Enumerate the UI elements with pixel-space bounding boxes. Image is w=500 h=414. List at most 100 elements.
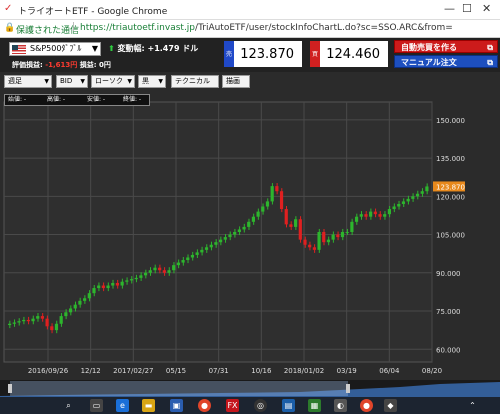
range-handle-left[interactable]	[8, 384, 12, 393]
style-select[interactable]: ローソク ▼	[91, 75, 135, 88]
candle-body	[190, 254, 195, 258]
url-text[interactable]: https://triautoetf.invast.jp/TriAutoETF/…	[80, 23, 453, 33]
technical-button[interactable]: テクニカル	[171, 75, 219, 88]
candle-body	[106, 285, 110, 289]
candle-body	[392, 206, 396, 210]
y-tick-label: 150.000	[436, 117, 465, 125]
candle-body	[265, 201, 270, 207]
app-icon[interactable]: ▦	[308, 399, 321, 412]
chrome-icon[interactable]: ●	[198, 399, 211, 412]
candle-body	[298, 219, 302, 240]
auto-order-button[interactable]: 自動売買を作る ⧉	[394, 40, 498, 53]
store-icon[interactable]: ▣	[170, 399, 183, 412]
chart-svg[interactable]: 150.000 135.000 120.000 105.000 90.000 75.000…	[0, 90, 500, 380]
fx-app-icon[interactable]: FX	[226, 399, 239, 412]
candle-body	[425, 186, 429, 192]
price-chart[interactable]: 150.000 135.000 120.000 105.000 90.000 75.000…	[0, 90, 500, 380]
candle-body	[209, 244, 213, 248]
minimize-icon[interactable]: —	[444, 2, 455, 15]
candle-body	[303, 239, 307, 245]
candle-body	[120, 281, 124, 286]
drawing-button[interactable]: 描画	[222, 75, 250, 88]
candle-body	[45, 318, 49, 327]
x-tick-label: 05/15	[166, 367, 186, 375]
x-tick-label: 03/19	[337, 367, 357, 375]
ohlc-close: 終値: -	[123, 96, 142, 103]
candle-body	[68, 308, 73, 313]
chart-range-scroller[interactable]	[0, 380, 500, 397]
candle-body	[279, 191, 284, 210]
chart-toolbar: 週足 ▼ BID ▼ ローソク ▼ 黒 ▼ テクニカル 描画	[0, 72, 500, 90]
candle-body	[172, 265, 176, 271]
symbol-select[interactable]: S&P500ﾀﾞﾌﾞﾙ ▼	[9, 42, 101, 56]
side-select[interactable]: BID ▼	[56, 75, 88, 88]
symbol-label: S&P500ﾀﾞﾌﾞﾙ	[30, 44, 82, 53]
candle-body	[158, 267, 162, 271]
browser-titlebar: ✓ トライオートETF - Google Chrome — ☐ ✕	[0, 0, 500, 20]
candle-body	[364, 214, 368, 217]
range-window[interactable]	[10, 381, 348, 396]
security-label[interactable]: 保護された通信	[16, 23, 79, 36]
candle-body	[359, 214, 363, 217]
app-icon[interactable]: ◎	[254, 399, 267, 412]
y-tick-label: 120.000	[436, 193, 465, 201]
chevron-down-icon: ▼	[44, 78, 49, 85]
candle-body	[233, 232, 237, 235]
current-price-label: 123.870	[436, 183, 465, 191]
address-bar[interactable]: 🔒 保護された通信 | https://triautoetf.invast.jp…	[0, 20, 500, 38]
candle-body	[115, 282, 120, 286]
app-icon[interactable]: ◆	[384, 399, 397, 412]
range-handle-right[interactable]	[346, 384, 350, 393]
candle-body	[214, 242, 218, 245]
system-tray-icon[interactable]: ⌃	[466, 399, 479, 412]
color-select[interactable]: 黒 ▼	[138, 75, 166, 88]
candle-body	[340, 232, 345, 238]
candle-body	[336, 234, 340, 238]
close-icon[interactable]: ✕	[482, 2, 491, 15]
candle-body	[308, 244, 312, 248]
trading-header: S&P500ﾀﾞﾌﾞﾙ ▼ ⬆ 変動幅: +1.479 ドル 評価損益: -1,…	[0, 38, 500, 72]
period-select[interactable]: 週足 ▼	[4, 75, 52, 88]
navigator-svg[interactable]	[0, 380, 500, 397]
drawing-label: 描画	[226, 77, 240, 85]
candle-body	[270, 186, 274, 202]
manual-order-button[interactable]: マニュアル注文 ⧉	[394, 55, 498, 68]
lock-icon[interactable]: 🔒	[4, 23, 15, 33]
search-icon[interactable]: ⌕	[62, 399, 75, 412]
sell-price-box[interactable]: 売 123.870	[224, 41, 302, 67]
chrome-icon[interactable]: ●	[360, 399, 373, 412]
manual-order-label: マニュアル注文	[401, 58, 457, 67]
app-icon[interactable]: ▤	[282, 399, 295, 412]
x-tick-label: 07/31	[209, 367, 229, 375]
windows-taskbar: ⌕ ▭ e ▬ ▣ ● FX ◎ ▤ ▦ ◐ ● ◆ ⌃	[0, 397, 500, 414]
period-label: 週足	[8, 77, 22, 85]
candle-body	[101, 285, 105, 289]
candle-body	[387, 209, 391, 215]
pl-label: 損益:	[79, 61, 97, 69]
candle-body	[256, 211, 260, 217]
candle-body	[406, 198, 410, 202]
maximize-icon[interactable]: ☐	[462, 2, 472, 15]
style-label: ローソク	[95, 77, 123, 85]
edge-icon[interactable]: e	[116, 399, 129, 412]
folder-icon[interactable]: ▬	[142, 399, 155, 412]
buy-price-box[interactable]: 買 124.460	[310, 41, 388, 67]
ohlc-open: 始値: -	[8, 96, 27, 103]
technical-label: テクニカル	[175, 77, 210, 85]
app-icon[interactable]: ◐	[334, 399, 347, 412]
candle-body	[247, 221, 251, 227]
eval-label: 評価損益:	[12, 61, 43, 69]
eval-value: -1,613円	[45, 61, 78, 69]
candle-body	[54, 323, 59, 331]
window-title: トライオートETF - Google Chrome	[18, 7, 168, 17]
candle-body	[331, 234, 335, 240]
candle-body	[289, 224, 293, 227]
candle-body	[219, 239, 223, 243]
pl-display: 評価損益: -1,613円 損益: 0円	[12, 60, 111, 70]
y-tick-label: 135.000	[436, 155, 465, 163]
taskview-icon[interactable]: ▭	[90, 399, 103, 412]
candle-body	[87, 293, 91, 299]
change-display: ⬆ 変動幅: +1.479 ドル	[108, 43, 198, 54]
ohlc-low: 安値: -	[87, 96, 106, 103]
candle-body	[162, 270, 166, 273]
